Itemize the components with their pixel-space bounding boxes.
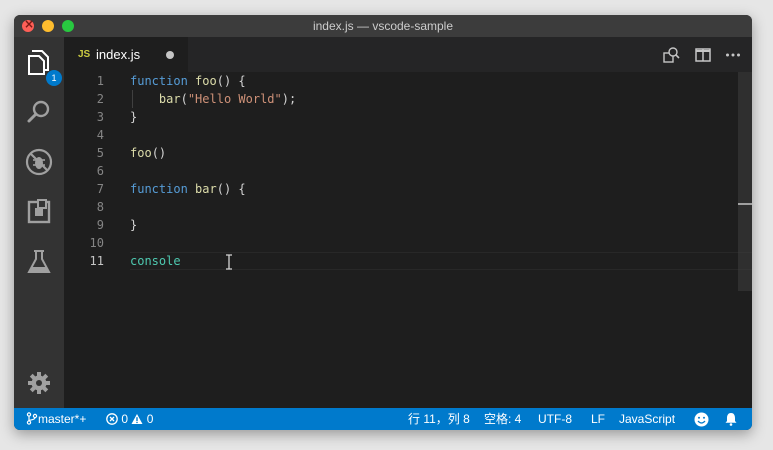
notifications-bell-icon[interactable] [724, 412, 738, 426]
code-line-9: } [130, 218, 138, 232]
punctuation: ); [281, 92, 297, 106]
keyword: function [130, 182, 188, 196]
activity-bar: 1 [14, 37, 64, 408]
code-line-7: function bar() { [130, 180, 246, 198]
keyword: function [130, 74, 188, 88]
line-number: 2 [96, 92, 104, 106]
problems-status[interactable]: 0 0 [106, 412, 153, 426]
string-literal: "Hello World" [187, 92, 282, 106]
error-count: 0 [121, 412, 129, 426]
tab-index-js[interactable]: JS index.js [64, 37, 188, 72]
line-number: 1 [96, 74, 104, 88]
warning-count: 0 [146, 412, 154, 426]
code-area[interactable]: function foo() { bar("Hello World"); } f… [130, 72, 738, 408]
line-number-gutter: 1 2 3 4 5 6 7 8 9 10 11 [64, 72, 122, 408]
gear-icon [28, 372, 50, 394]
unsaved-dot-icon[interactable] [166, 51, 174, 59]
activity-test[interactable] [24, 247, 54, 277]
vscode-window: index.js — vscode-sample 1 [14, 15, 752, 430]
line-number: 5 [96, 146, 104, 160]
split-editor-icon[interactable] [694, 46, 712, 64]
no-bug-icon [25, 148, 53, 176]
vertical-scrollbar[interactable] [738, 72, 752, 291]
open-changes-icon[interactable] [662, 46, 680, 64]
more-actions-icon[interactable] [724, 46, 742, 64]
title-bar: index.js — vscode-sample [14, 15, 752, 37]
punctuation: ( [180, 92, 188, 106]
line-number: 6 [96, 164, 104, 178]
feedback-smiley-icon[interactable] [694, 412, 709, 427]
git-branch-icon [26, 412, 38, 425]
text-cursor-icon [226, 254, 232, 270]
code-editor[interactable]: 1 2 3 4 5 6 7 8 9 10 11 function foo() {… [64, 72, 752, 408]
encoding-status[interactable]: UTF-8 [538, 412, 572, 426]
code-line-3: } [130, 110, 138, 124]
code-line-1: function foo() { [130, 72, 246, 90]
function-name: bar [195, 182, 217, 196]
tab-label: index.js [96, 47, 141, 62]
indentation-status[interactable]: 空格: 4 [484, 412, 521, 426]
activity-extensions[interactable] [24, 197, 54, 227]
editor-tabs-bar: JS index.js [64, 37, 752, 72]
function-name: foo [195, 74, 217, 88]
status-bar: master*+ 0 0 行 11，列 8 空格: 4 UTF-8 LF Jav… [14, 408, 752, 430]
function-call: foo [130, 146, 152, 160]
flask-icon [27, 250, 51, 273]
error-icon [106, 413, 118, 425]
line-number: 7 [96, 182, 104, 196]
line-number: 9 [96, 218, 104, 232]
overview-ruler-cursor [738, 203, 752, 205]
git-branch-status[interactable]: master*+ [26, 412, 86, 426]
warning-icon [131, 414, 143, 424]
code-line-11: console [130, 254, 181, 268]
line-number: 4 [96, 128, 104, 142]
code-line-5: foo() [130, 144, 166, 162]
activity-debug[interactable] [24, 147, 54, 177]
explorer-badge: 1 [46, 70, 62, 86]
extensions-icon [27, 199, 51, 224]
branch-name: master*+ [38, 412, 87, 426]
punctuation: () [151, 146, 167, 160]
line-number: 3 [96, 110, 104, 124]
function-call: bar [158, 92, 181, 106]
window-title: index.js — vscode-sample [312, 19, 454, 33]
code-line-2: bar("Hello World"); [130, 90, 296, 108]
line-number: 8 [96, 200, 104, 214]
js-file-icon: JS [78, 49, 91, 60]
line-number: 10 [89, 236, 104, 250]
activity-settings[interactable] [24, 368, 54, 398]
activity-explorer[interactable]: 1 [24, 47, 62, 86]
punctuation: () { [216, 182, 246, 196]
search-icon [27, 100, 50, 123]
line-number-active: 11 [89, 254, 104, 268]
activity-search[interactable] [24, 97, 54, 127]
punctuation: () { [216, 74, 246, 88]
language-mode-status[interactable]: JavaScript [619, 412, 675, 426]
cursor-position-status[interactable]: 行 11，列 8 [408, 412, 470, 426]
eol-status[interactable]: LF [591, 412, 605, 426]
